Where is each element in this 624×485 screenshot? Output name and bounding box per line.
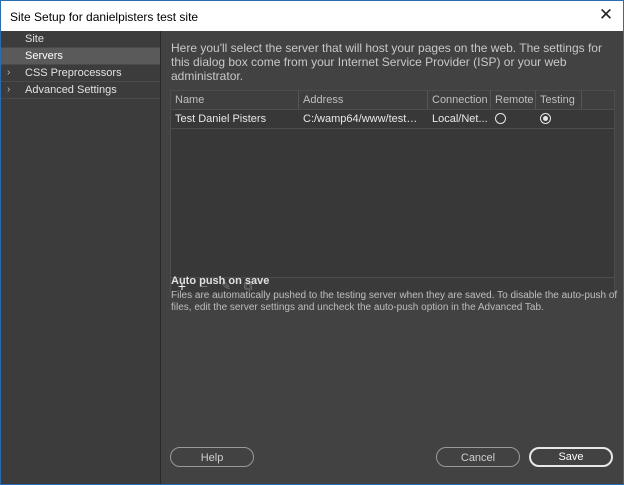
sidebar-item-advanced-settings[interactable]: › Advanced Settings (1, 82, 160, 99)
save-button[interactable]: Save (529, 447, 613, 467)
dialog-title: Site Setup for danielpisters test site (10, 10, 199, 24)
sidebar-item-label: CSS Preprocessors (25, 67, 122, 79)
site-setup-dialog: Site Setup for danielpisters test site ✕… (0, 0, 624, 485)
sidebar-item-label: Advanced Settings (25, 84, 117, 96)
column-header-name[interactable]: Name (171, 91, 299, 109)
auto-push-title: Auto push on save (171, 275, 270, 287)
servers-panel: Here you'll select the server that will … (161, 31, 623, 484)
intro-text: Here you'll select the server that will … (171, 41, 602, 83)
column-header-remote[interactable]: Remote (491, 91, 536, 109)
column-header-testing[interactable]: Testing (536, 91, 582, 109)
table-header: Name Address Connection Remote Testing (171, 91, 614, 110)
testing-radio[interactable] (540, 113, 551, 124)
remote-radio[interactable] (495, 113, 506, 124)
help-button[interactable]: Help (170, 447, 254, 467)
auto-push-description: Files are automatically pushed to the te… (171, 290, 618, 313)
chevron-right-icon[interactable]: › (7, 65, 10, 81)
servers-table: Name Address Connection Remote Testing T… (170, 90, 615, 294)
table-row[interactable]: Test Daniel Pisters C:/wamp64/www/testda… (171, 110, 614, 129)
cancel-button[interactable]: Cancel (436, 447, 520, 467)
sidebar-item-label: Site (25, 33, 44, 45)
column-header-connection[interactable]: Connection (428, 91, 491, 109)
sidebar-item-css-preprocessors[interactable]: › CSS Preprocessors (1, 65, 160, 82)
server-connection-cell: Local/Net... (432, 113, 488, 125)
sidebar: Site Servers › CSS Preprocessors › Advan… (1, 31, 161, 484)
server-address-cell: C:/wamp64/www/testda... (303, 113, 423, 125)
server-name-cell: Test Daniel Pisters (175, 113, 267, 125)
column-header-address[interactable]: Address (299, 91, 428, 109)
sidebar-item-site[interactable]: Site (1, 31, 160, 48)
sidebar-item-servers[interactable]: Servers (1, 48, 160, 65)
chevron-right-icon[interactable]: › (7, 82, 10, 98)
close-icon[interactable]: ✕ (597, 6, 615, 24)
title-bar: Site Setup for danielpisters test site ✕ (1, 1, 623, 31)
sidebar-item-label: Servers (25, 50, 63, 62)
